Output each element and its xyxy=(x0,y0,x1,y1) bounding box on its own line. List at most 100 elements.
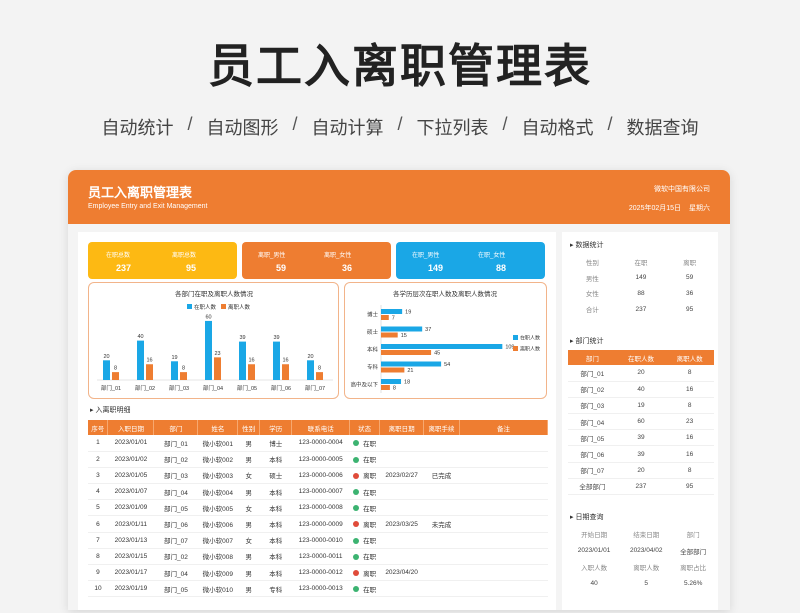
table-header-cell[interactable]: 学历 xyxy=(259,420,293,435)
table-cell: 在职 xyxy=(349,548,380,566)
dept-cell: 60 xyxy=(616,413,666,431)
table-cell: 离职 xyxy=(349,467,380,485)
table-header-cell[interactable]: 离职日期 xyxy=(379,420,425,435)
table-header-cell[interactable]: 联系电话 xyxy=(291,420,351,435)
dept-cell: 8 xyxy=(665,462,714,479)
query-value-cell[interactable]: 5.26% xyxy=(672,576,714,593)
status-text: 在职 xyxy=(363,586,377,594)
table-row[interactable]: 9 2023/01/17 部门_04 微小软009 男本科 123-0000-0012 离职… xyxy=(88,564,548,582)
query-value-row: 2023/01/01 2023/04/02 全部部门 xyxy=(568,543,714,560)
table-cell xyxy=(459,548,548,566)
feature-label: 自动格式 xyxy=(521,118,594,138)
stats-header-cell: 在职 xyxy=(634,259,648,267)
table-header-cell[interactable]: 状态 xyxy=(349,420,381,435)
table-cell xyxy=(423,451,460,468)
table-cell: 2023/01/13 xyxy=(107,532,154,549)
table-cell: 离职 xyxy=(349,515,380,533)
feature-separator: / xyxy=(502,114,508,134)
table-row[interactable]: 6 2023/01/11 部门_06 微小软006 男本科 123-0000-0009 离职… xyxy=(88,515,548,533)
dept-cell: 19 xyxy=(616,397,666,415)
table-row[interactable]: 10 2023/01/19 部门_05 微小软010 男专科 123-0000-0013 在… xyxy=(88,580,548,598)
table-cell: 3 xyxy=(88,467,108,485)
table-cell: 5 xyxy=(88,499,108,517)
table-cell: 2023/01/01 xyxy=(107,435,154,452)
table-cell: 在职 xyxy=(349,483,380,501)
table-header-cell[interactable]: 入职日期 xyxy=(107,420,155,435)
table-cell: 部门_01 xyxy=(153,435,198,452)
table-header-cell[interactable]: 部门 xyxy=(153,420,199,435)
table-cell: 未完成 xyxy=(423,515,460,533)
kpi-left-gender-card: 离职_男性 59 离职_女性 36 xyxy=(242,242,391,279)
table-cell: 2 xyxy=(88,451,108,468)
bar-left xyxy=(316,372,323,380)
dept-row: 部门_04 60 23 xyxy=(568,413,714,431)
bar-left xyxy=(381,367,405,373)
detail-table[interactable]: 序号 入职日期 部门 姓名 性别 学历 联系电话 状态 离职日期 离职手续 备注 1 2023/01/… xyxy=(88,420,548,598)
stats-table: 性别 在职 离职 男性 149 59 女性 88 36 合计 237 95 xyxy=(568,254,714,317)
dept-cell: 39 xyxy=(616,429,666,447)
status-text: 在职 xyxy=(363,489,377,497)
bar-left xyxy=(248,364,255,380)
table-cell: 2023/01/19 xyxy=(107,580,154,598)
dept-cell: 部门_01 xyxy=(568,365,617,382)
table-cell: 男 xyxy=(237,515,260,533)
table-header-cell[interactable]: 姓名 xyxy=(197,420,239,435)
table-cell: 在职 xyxy=(349,499,380,517)
table-cell: 2023/01/07 xyxy=(107,483,154,501)
table-row[interactable]: 4 2023/01/07 部门_04 微小软004 男本科 123-0000-0007 在职 xyxy=(88,483,548,501)
right-panel: ▸ 数据统计 性别 在职 离职 男性 149 59 女性 88 36 合计 237 95 ▸ 部门统计… xyxy=(562,232,718,610)
table-cell: 微小软003 xyxy=(197,467,238,485)
bar-active xyxy=(381,344,503,349)
status-left-icon xyxy=(353,472,360,479)
table-row[interactable]: 1 2023/01/01 部门_01 微小软001 男博士 123-0000-0004 在职 xyxy=(88,435,548,452)
table-cell: 专科 xyxy=(259,580,292,598)
stats-section-title: ▸ 数据统计 xyxy=(570,242,604,249)
table-row[interactable]: 3 2023/01/05 部门_03 微小软003 女硕士 123-0000-0006 离职… xyxy=(88,467,548,485)
query-value-cell[interactable]: 2023/01/01 xyxy=(568,543,620,560)
table-cell: 微小软008 xyxy=(197,548,238,566)
dept-cell: 8 xyxy=(665,365,714,382)
table-row[interactable]: 8 2023/01/15 部门_02 微小软008 男本科 123-0000-0011 在职 xyxy=(88,548,548,566)
table-row[interactable]: 7 2023/01/13 部门_07 微小软007 女本科 123-0000-0010 在职 xyxy=(88,532,548,549)
dept-section-title: ▸ 部门统计 xyxy=(570,338,604,345)
query-value-cell[interactable]: 全部部门 xyxy=(672,543,714,560)
date-query-table[interactable]: 开始日期 结束日期 部门 2023/01/01 2023/04/02 全部部门 入职人数 离职… xyxy=(568,526,714,592)
data-label: 8 xyxy=(393,386,396,392)
table-cell: 微小软006 xyxy=(197,515,238,533)
table-cell: 8 xyxy=(88,548,108,566)
table-cell xyxy=(379,451,424,468)
stats-cell: 149 xyxy=(635,274,647,282)
category-label: 部门_05 xyxy=(237,384,257,392)
query-header-cell: 离职占比 xyxy=(680,565,707,573)
status-text: 离职 xyxy=(363,522,377,530)
table-cell: 123-0000-0004 xyxy=(291,435,350,452)
weekday-text: 星期六 xyxy=(689,205,710,212)
sheet-subtitle: Employee Entry and Exit Management xyxy=(88,203,208,210)
table-cell: 在职 xyxy=(349,435,380,452)
table-cell: 博士 xyxy=(259,435,292,452)
dept-cell: 部门_04 xyxy=(568,413,617,431)
table-cell xyxy=(379,548,424,566)
table-cell: 部门_04 xyxy=(153,564,198,582)
table-cell: 6 xyxy=(88,515,108,533)
table-header-cell[interactable]: 序号 xyxy=(88,420,109,435)
query-value-cell[interactable]: 2023/04/02 xyxy=(620,543,672,560)
table-row[interactable]: 2 2023/01/02 部门_02 微小软002 男本科 123-0000-0005 在职 xyxy=(88,451,548,468)
bar-left xyxy=(381,315,389,320)
table-row[interactable]: 5 2023/01/09 部门_05 微小软005 女本科 123-0000-0008 在职 xyxy=(88,499,548,517)
category-label: 博士 xyxy=(367,311,379,319)
dept-cell: 237 xyxy=(616,478,666,496)
table-cell: 男 xyxy=(237,435,260,452)
query-value-cell[interactable]: 40 xyxy=(568,576,620,593)
query-value-cell[interactable]: 5 xyxy=(620,576,672,593)
dept-chart: 各部门在职及离职人数情况 在职人数 离职人数 20 8 部门_01 40 16 部门_02 19 8… xyxy=(88,282,339,399)
table-cell: 1 xyxy=(88,435,108,452)
bar-active xyxy=(137,340,144,380)
table-header-cell[interactable]: 性别 xyxy=(237,420,261,435)
table-cell: 123-0000-0013 xyxy=(291,580,350,598)
bar-active xyxy=(171,361,178,380)
table-header-cell[interactable]: 离职手续 xyxy=(423,420,461,435)
dept-header-cell: 离职人数 xyxy=(665,350,714,365)
table-cell: 硕士 xyxy=(259,467,292,485)
table-header-cell[interactable]: 备注 xyxy=(459,420,548,435)
